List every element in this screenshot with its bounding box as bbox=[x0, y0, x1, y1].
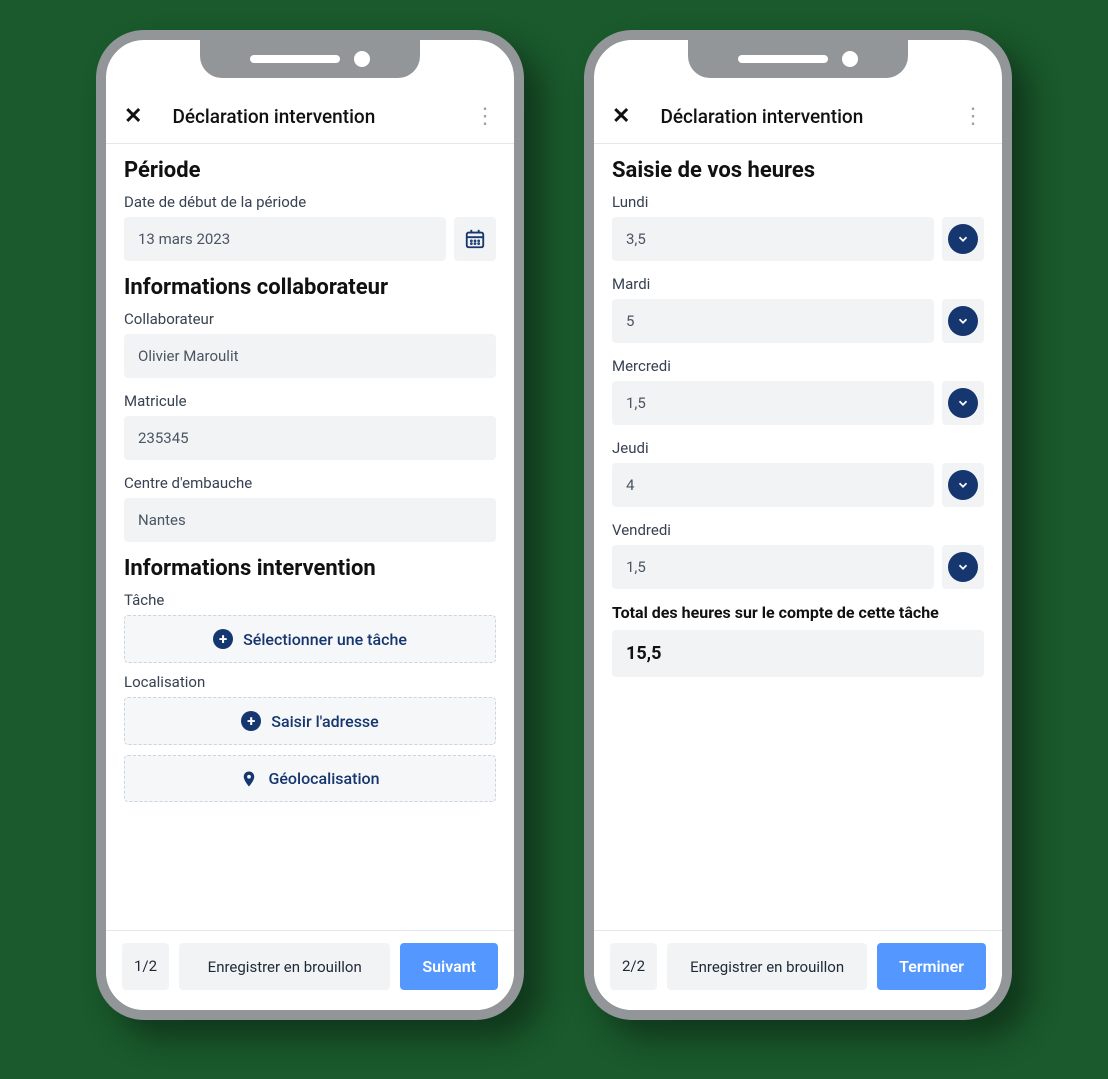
collab-name-label: Collaborateur bbox=[124, 310, 496, 328]
more-icon[interactable]: ⋮ bbox=[962, 104, 984, 129]
task-label: Tâche bbox=[124, 591, 496, 609]
friday-dropdown[interactable] bbox=[942, 545, 984, 589]
center-input[interactable]: Nantes bbox=[124, 498, 496, 542]
collab-name-input[interactable]: Olivier Maroulit bbox=[124, 334, 496, 378]
phone-right: ✕ Déclaration intervention ⋮ Saisie de v… bbox=[584, 30, 1012, 1020]
chevron-down-icon bbox=[956, 314, 970, 328]
total-label: Total des heures sur le compte de cette … bbox=[612, 603, 984, 622]
save-draft-button[interactable]: Enregistrer en brouillon bbox=[667, 943, 867, 990]
section-period-title: Période bbox=[124, 158, 496, 183]
top-bar: ✕ Déclaration intervention ⋮ bbox=[594, 90, 1002, 144]
chevron-down-icon bbox=[956, 478, 970, 492]
page-indicator: 2/2 bbox=[610, 943, 657, 990]
select-task-label: Sélectionner une tâche bbox=[243, 630, 407, 649]
monday-input[interactable]: 3,5 bbox=[612, 217, 934, 261]
tuesday-label: Mardi bbox=[612, 275, 984, 293]
bottom-bar: 1/2 Enregistrer en brouillon Suivant bbox=[106, 930, 514, 1010]
wednesday-dropdown[interactable] bbox=[942, 381, 984, 425]
next-button[interactable]: Suivant bbox=[400, 943, 498, 990]
close-icon[interactable]: ✕ bbox=[612, 104, 630, 129]
thursday-dropdown[interactable] bbox=[942, 463, 984, 507]
friday-input[interactable]: 1,5 bbox=[612, 545, 934, 589]
page-title: Déclaration intervention bbox=[630, 105, 962, 128]
top-bar: ✕ Déclaration intervention ⋮ bbox=[106, 90, 514, 144]
enter-address-button[interactable]: + Saisir l'adresse bbox=[124, 697, 496, 745]
location-label: Localisation bbox=[124, 673, 496, 691]
center-label: Centre d'embauche bbox=[124, 474, 496, 492]
monday-label: Lundi bbox=[612, 193, 984, 211]
monday-dropdown[interactable] bbox=[942, 217, 984, 261]
page-title: Déclaration intervention bbox=[142, 105, 474, 128]
finish-button[interactable]: Terminer bbox=[877, 943, 986, 990]
select-task-button[interactable]: + Sélectionner une tâche bbox=[124, 615, 496, 663]
tuesday-dropdown[interactable] bbox=[942, 299, 984, 343]
page-indicator: 1/2 bbox=[122, 943, 169, 990]
section-hours-title: Saisie de vos heures bbox=[612, 158, 984, 183]
tuesday-input[interactable]: 5 bbox=[612, 299, 934, 343]
geolocation-label: Géolocalisation bbox=[268, 769, 379, 788]
matricule-input[interactable]: 235345 bbox=[124, 416, 496, 460]
start-date-input[interactable]: 13 mars 2023 bbox=[124, 217, 446, 261]
screen-right: ✕ Déclaration intervention ⋮ Saisie de v… bbox=[594, 40, 1002, 1010]
save-draft-button[interactable]: Enregistrer en brouillon bbox=[179, 943, 390, 990]
total-value: 15,5 bbox=[612, 630, 984, 677]
plus-icon: + bbox=[241, 711, 261, 731]
chevron-down-icon bbox=[956, 396, 970, 410]
content-area: Saisie de vos heures Lundi 3,5 Mardi 5 M… bbox=[594, 144, 1002, 930]
calendar-icon bbox=[464, 228, 486, 250]
bottom-bar: 2/2 Enregistrer en brouillon Terminer bbox=[594, 930, 1002, 1010]
geolocation-button[interactable]: Géolocalisation bbox=[124, 755, 496, 802]
phone-notch bbox=[688, 40, 908, 78]
start-date-label: Date de début de la période bbox=[124, 193, 496, 211]
wednesday-label: Mercredi bbox=[612, 357, 984, 375]
pin-icon bbox=[240, 770, 258, 788]
matricule-label: Matricule bbox=[124, 392, 496, 410]
close-icon[interactable]: ✕ bbox=[124, 104, 142, 129]
section-collab-title: Informations collaborateur bbox=[124, 275, 496, 300]
plus-icon: + bbox=[213, 629, 233, 649]
enter-address-label: Saisir l'adresse bbox=[271, 712, 378, 731]
phone-left: ✕ Déclaration intervention ⋮ Période Dat… bbox=[96, 30, 524, 1020]
content-area: Période Date de début de la période 13 m… bbox=[106, 144, 514, 930]
chevron-down-icon bbox=[956, 232, 970, 246]
more-icon[interactable]: ⋮ bbox=[474, 104, 496, 129]
phone-notch bbox=[200, 40, 420, 78]
calendar-button[interactable] bbox=[454, 217, 496, 261]
thursday-label: Jeudi bbox=[612, 439, 984, 457]
friday-label: Vendredi bbox=[612, 521, 984, 539]
screen-left: ✕ Déclaration intervention ⋮ Période Dat… bbox=[106, 40, 514, 1010]
thursday-input[interactable]: 4 bbox=[612, 463, 934, 507]
chevron-down-icon bbox=[956, 560, 970, 574]
section-intervention-title: Informations intervention bbox=[124, 556, 496, 581]
wednesday-input[interactable]: 1,5 bbox=[612, 381, 934, 425]
